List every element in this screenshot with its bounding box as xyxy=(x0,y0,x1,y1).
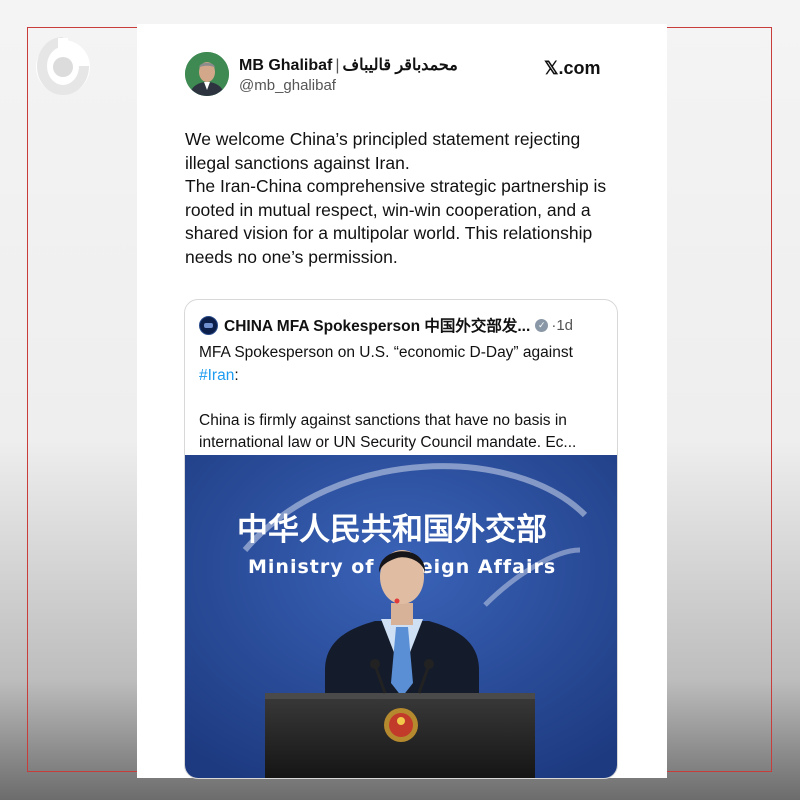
hashtag-link[interactable]: #Iran xyxy=(199,367,234,384)
post-text: We welcome China’s principled statement … xyxy=(185,128,625,270)
quoted-header: CHINA MFA Spokesperson 中国外交部发... ✓ · 1d xyxy=(199,314,573,336)
quoted-time[interactable]: 1d xyxy=(556,317,573,334)
post-text-line: We welcome China’s principled statement … xyxy=(185,129,581,173)
quoted-line-2: China is firmly against sanctions that h… xyxy=(199,411,577,452)
quoted-text: MFA Spokesperson on U.S. “economic D-Day… xyxy=(199,342,609,455)
quoted-photo[interactable]: 中华人民共和国外交部 Ministry of Foreign Affairs xyxy=(185,455,617,778)
author-avatar[interactable] xyxy=(185,52,229,96)
x-brand-label: 𝕏.com xyxy=(544,58,601,78)
press-conference-image: 中华人民共和国外交部 Ministry of Foreign Affairs xyxy=(185,455,617,778)
quoted-author-name[interactable]: CHINA MFA Spokesperson 中国外交部发... xyxy=(224,314,530,336)
quoted-line-1: MFA Spokesperson on U.S. “economic D-Day… xyxy=(199,344,573,361)
name-separator: | xyxy=(335,57,340,74)
verified-badge-icon: ✓ xyxy=(535,318,549,332)
author-handle[interactable]: @mb_ghalibaf xyxy=(239,77,336,94)
author-photo-icon xyxy=(185,52,229,96)
author-name-en: MB Ghalibaf xyxy=(239,57,333,74)
author-name-fa: محمدباقر قالیباف xyxy=(342,57,458,74)
author-name[interactable]: MB Ghalibaf | محمدباقر قالیباف xyxy=(239,55,458,75)
quoted-post[interactable]: CHINA MFA Spokesperson 中国外交部发... ✓ · 1d … xyxy=(184,299,618,779)
quoted-avatar-icon[interactable] xyxy=(199,315,218,335)
post-text-line: The Iran-China comprehensive strategic p… xyxy=(185,176,607,267)
hashtag-suffix: : xyxy=(234,366,239,384)
sign-chinese: 中华人民共和国外交部 xyxy=(237,512,547,548)
channel-logo-icon xyxy=(36,37,90,96)
